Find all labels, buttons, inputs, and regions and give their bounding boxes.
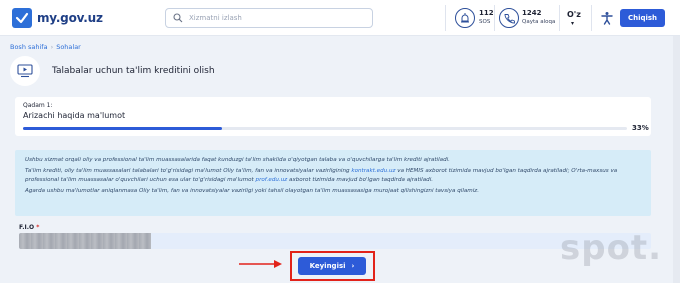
step-title: Arizachi haqida ma'lumot bbox=[23, 111, 126, 120]
sos-label: SOS bbox=[479, 19, 491, 25]
info-text: Ta'lim krediti, oliy ta'lim muassasalari… bbox=[25, 168, 352, 175]
step-label: Qadam 1: bbox=[23, 102, 53, 109]
breadcrumb-current[interactable]: Sohalar bbox=[56, 43, 81, 51]
accessibility-icon[interactable] bbox=[600, 11, 614, 25]
progress-bar bbox=[23, 127, 627, 130]
page-title: Talabalar uchun ta'lim kreditini olish bbox=[52, 66, 215, 76]
prof-edu-link[interactable]: prof.edu.uz bbox=[256, 177, 288, 183]
phone-icon bbox=[504, 13, 515, 23]
callback-button[interactable] bbox=[499, 8, 519, 28]
siren-icon bbox=[461, 13, 469, 23]
logo-text: my.gov.uz bbox=[37, 11, 103, 25]
divider bbox=[494, 5, 495, 31]
info-paragraph: Ushbu xizmat orqali oliy va professional… bbox=[25, 157, 450, 163]
chevron-right-icon: › bbox=[351, 262, 355, 270]
callback-number: 1242 bbox=[522, 9, 542, 17]
logout-button[interactable]: Chiqish bbox=[620, 9, 665, 27]
pointer-arrow-icon bbox=[239, 260, 282, 268]
search-input[interactable] bbox=[189, 14, 359, 22]
kontrakt-link[interactable]: kontrakt.edu.uz bbox=[351, 168, 395, 174]
fio-label-text: F.I.O bbox=[19, 224, 35, 231]
logo-check-icon bbox=[12, 8, 32, 28]
info-notice: Ushbu xizmat orqali oliy va professional… bbox=[15, 150, 651, 216]
divider bbox=[445, 5, 446, 31]
search-box[interactable] bbox=[165, 8, 373, 28]
chevron-down-icon[interactable]: ▾ bbox=[571, 20, 574, 27]
scrollbar[interactable] bbox=[673, 36, 680, 283]
callback-label: Qayta aloqa bbox=[522, 19, 556, 25]
sos-button[interactable] bbox=[455, 8, 475, 28]
progress-percent: 33% bbox=[632, 124, 649, 132]
logo[interactable]: my.gov.uz bbox=[12, 8, 103, 28]
language-selector[interactable]: O'z bbox=[567, 10, 581, 19]
breadcrumb-separator: › bbox=[50, 43, 54, 51]
info-text: axborot tizimida mavjud bo'lgan taqdirda… bbox=[287, 176, 434, 183]
breadcrumb-home[interactable]: Bosh sahifa bbox=[10, 43, 48, 51]
progress-fill bbox=[23, 127, 223, 130]
sos-number: 112 bbox=[479, 9, 494, 17]
divider bbox=[591, 5, 592, 31]
fio-label: F.I.O * bbox=[19, 224, 39, 231]
top-bar: my.gov.uz 112 SOS 1242 Qayta aloqa O'z ▾… bbox=[0, 0, 680, 36]
next-button-label: Keyingisi bbox=[309, 262, 346, 270]
divider bbox=[559, 5, 560, 31]
redacted-value bbox=[19, 233, 151, 249]
video-screen-icon bbox=[17, 64, 33, 78]
required-mark: * bbox=[36, 224, 40, 231]
service-icon bbox=[10, 56, 40, 86]
info-paragraph: Agarda ushbu ma'lumotlar aniqlanmasa Oli… bbox=[25, 188, 480, 195]
watermark: spot. bbox=[560, 228, 663, 268]
search-icon bbox=[173, 13, 183, 23]
info-paragraph: Ta'lim krediti, oliy ta'lim muassasalari… bbox=[25, 167, 641, 184]
fio-field[interactable] bbox=[19, 233, 651, 249]
breadcrumb: Bosh sahifa › Sohalar bbox=[10, 43, 81, 51]
step-card: Qadam 1: Arizachi haqida ma'lumot 33% bbox=[15, 97, 651, 136]
next-button[interactable]: Keyingisi › bbox=[298, 257, 366, 275]
